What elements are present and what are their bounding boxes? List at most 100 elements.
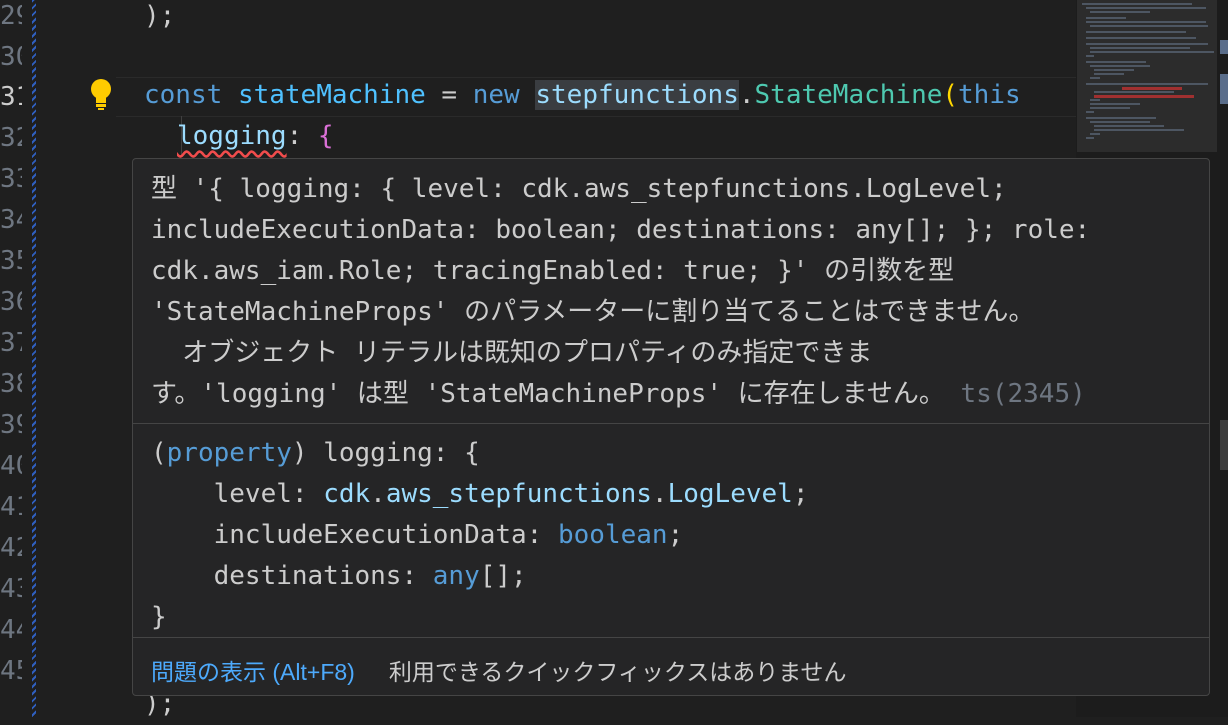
line-number: 39 [0,410,22,440]
line-number: 32 [0,123,22,153]
line-number: 45 [0,656,22,686]
minimap-error-marker [1094,95,1194,98]
line-number: 41 [0,492,22,522]
minimap-line [1090,121,1150,123]
tooltip-divider [133,637,1209,638]
error-message: 型 '{ logging: { level: cdk.aws_stepfunct… [151,169,1191,415]
hover-error-tooltip: 型 '{ logging: { level: cdk.aws_stepfunct… [132,158,1210,696]
error-message-line: includeExecutionData: boolean; destinati… [151,215,1091,245]
line-number: 35 [0,246,22,276]
sig-token: includeExecutionData: [151,520,558,550]
minimap-line [1094,91,1174,93]
sig-token: ) logging: { [291,438,480,468]
minimap-line [1086,17,1126,19]
line-number: 37 [0,328,22,358]
sig-token: aws_stepfunctions [385,479,652,509]
code-token: ( [942,80,959,110]
line-number: 42 [0,533,22,563]
no-quick-fix-label: 利用できるクイックフィックスはありません [388,659,847,685]
error-message-line: 'StateMachineProps' のパラメーターに割り当てることはできませ… [151,297,1035,327]
minimap-line [1086,137,1094,139]
minimap-error-marker [1122,87,1182,90]
minimap-line [1090,51,1214,53]
error-message-line: 型 '{ logging: { level: cdk.aws_stepfunct… [151,174,1007,204]
minimap-line [1086,55,1094,57]
minimap-line [1090,47,1190,49]
sig-token: LogLevel [667,479,793,509]
minimap-line [1086,7,1206,9]
line-number-gutter: 29 30 31 32 33 34 35 36 37 38 39 40 41 4… [0,0,32,717]
error-message-line-last: す。'logging' は型 'StateMachineProps' に存在しま… [151,374,1191,415]
error-message-line: cdk.aws_iam.Role; tracingEnabled: true; … [151,256,955,286]
minimap-line [1094,129,1184,131]
line-number: 43 [0,574,22,604]
code-line: ); [144,0,175,37]
error-code: ts(2345) [960,379,1086,409]
sig-token: property [166,438,292,468]
sig-token: []; [479,561,527,591]
minimap-line [1090,77,1100,79]
line-number: 38 [0,369,22,399]
line-number: 34 [0,205,22,235]
minimap-line [1086,37,1196,39]
minimap-line [1086,111,1094,113]
code-token: const [144,80,223,110]
minimap-line [1090,133,1100,135]
property-signature: (property) logging: { level: cdk.aws_ste… [151,433,808,638]
view-problem-link[interactable]: 問題の表示 (Alt+F8) [151,659,355,685]
scrollbar-marker [1220,74,1228,104]
minimap-line [1086,31,1186,33]
line-number: 33 [0,164,22,194]
code-token: . [738,80,755,110]
minimap-line [1086,21,1206,23]
minimap-line [1090,25,1208,27]
minimap-line [1090,65,1150,67]
code-token: stateMachine [237,80,426,110]
minimap-line [1090,103,1140,105]
sig-token: ( [151,438,167,468]
scrollbar-thumb[interactable] [1220,420,1228,470]
minimap-line [1094,73,1124,75]
minimap-line [1090,107,1130,109]
error-message-line: オブジェクト リテラルは既知のプロパティのみ指定できま [151,338,873,368]
sig-token: level: [151,479,324,509]
minimap-line [1086,83,1208,85]
sig-token: any [432,561,480,591]
line-number: 44 [0,615,22,645]
minimap-line [1094,125,1164,127]
sig-token: . [651,479,668,509]
code-line-logging: logging: { [177,116,334,157]
minimap-line [1094,69,1134,71]
minimap-line [1086,61,1146,63]
sig-token: ; [667,520,684,550]
code-token-highlighted: stepfunctions [535,80,739,110]
minimap-line [1090,11,1150,13]
line-number: 40 [0,451,22,481]
sig-token: boolean [558,520,668,550]
scrollbar-marker [1220,40,1228,54]
minimap-line [1086,43,1208,45]
lightbulb-icon[interactable] [86,76,116,114]
code-token: { [317,121,334,151]
line-number: 30 [0,42,22,72]
code-line-state-machine: const stateMachine = new stepfunctions.S… [144,75,1021,116]
sig-token: cdk [323,479,371,509]
sig-token: ; [792,479,809,509]
code-token-error[interactable]: logging [177,121,287,151]
minimap-line [1086,117,1156,119]
sig-token: } [151,602,167,632]
line-number: 29 [0,1,22,31]
minimap-line [1090,99,1100,101]
line-number-active: 31 [0,82,22,112]
code-token: = [425,80,473,110]
code-token: this [958,80,1021,110]
error-message-text: す。'logging' は型 'StateMachineProps' に存在しま… [151,379,945,409]
minimap-line [1082,3,1192,5]
tooltip-divider [133,423,1209,424]
code-token: : [286,121,318,151]
line-number: 36 [0,287,22,317]
code-token: ); [144,1,176,31]
code-token: new [472,80,520,110]
sig-token: . [370,479,386,509]
sig-token: destinations: [151,561,433,591]
